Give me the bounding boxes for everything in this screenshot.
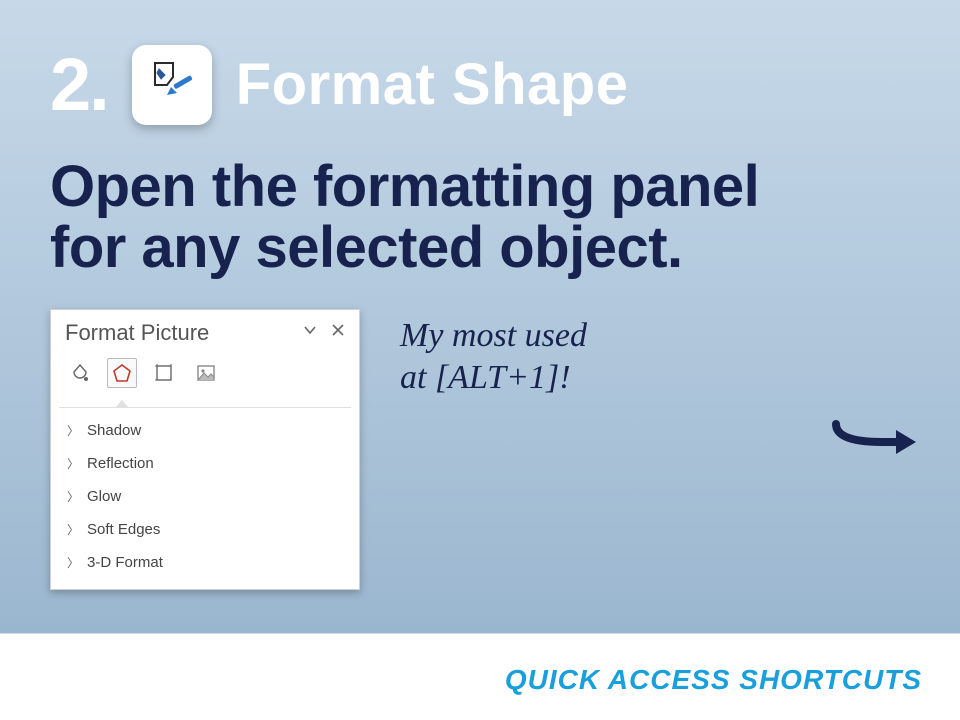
close-icon[interactable] xyxy=(331,323,345,342)
chevron-right-icon: 〉 xyxy=(67,554,79,571)
next-arrow-icon xyxy=(830,410,920,465)
header: 2. Format Shape xyxy=(0,0,960,127)
panel-list: 〉 Shadow 〉 Reflection 〉 Glow 〉 Soft Edges 〉 3… xyxy=(51,414,359,589)
subtitle-line-2: for any selected object. xyxy=(50,215,683,280)
panel-item-shadow[interactable]: 〉 Shadow xyxy=(57,414,353,447)
content-row: Format Picture xyxy=(0,279,960,590)
panel-item-label: 3-D Format xyxy=(87,554,163,571)
panel-item-label: Soft Edges xyxy=(87,521,160,538)
panel-item-label: Glow xyxy=(87,488,121,505)
slide: 2. Format Shape Open the formatting pane… xyxy=(0,0,960,720)
chevron-right-icon: 〉 xyxy=(67,488,79,505)
tab-size-icon[interactable] xyxy=(149,358,179,388)
panel-tabs xyxy=(51,352,359,398)
panel-item-label: Shadow xyxy=(87,422,141,439)
tab-picture-icon[interactable] xyxy=(191,358,221,388)
tab-effects-icon[interactable] xyxy=(107,358,137,388)
panel-header: Format Picture xyxy=(51,310,359,352)
chevron-right-icon: 〉 xyxy=(67,455,79,472)
chevron-right-icon: 〉 xyxy=(67,521,79,538)
note-line-2: at [ALT+1]! xyxy=(400,359,571,396)
format-picture-panel: Format Picture xyxy=(50,309,360,590)
step-number: 2. xyxy=(50,42,108,127)
note: My most used at [ALT+1]! xyxy=(400,309,587,400)
chevron-down-icon[interactable] xyxy=(303,323,317,342)
panel-item-glow[interactable]: 〉 Glow xyxy=(57,480,353,513)
panel-item-reflection[interactable]: 〉 Reflection xyxy=(57,447,353,480)
note-line-1: My most used xyxy=(400,317,587,354)
format-shape-tile xyxy=(132,45,212,125)
panel-item-soft-edges[interactable]: 〉 Soft Edges xyxy=(57,513,353,546)
chevron-right-icon: 〉 xyxy=(67,422,79,439)
panel-title: Format Picture xyxy=(65,320,209,346)
format-shape-icon xyxy=(147,57,197,112)
panel-item-label: Reflection xyxy=(87,455,154,472)
panel-divider xyxy=(59,398,351,408)
panel-item-3d-format[interactable]: 〉 3-D Format xyxy=(57,546,353,579)
tab-fill-icon[interactable] xyxy=(65,358,95,388)
footer-label: QUICK ACCESS SHORTCUTS xyxy=(505,664,922,696)
slide-subtitle: Open the formatting panel for any select… xyxy=(0,127,960,279)
subtitle-line-1: Open the formatting panel xyxy=(50,154,759,219)
slide-title: Format Shape xyxy=(236,51,629,118)
